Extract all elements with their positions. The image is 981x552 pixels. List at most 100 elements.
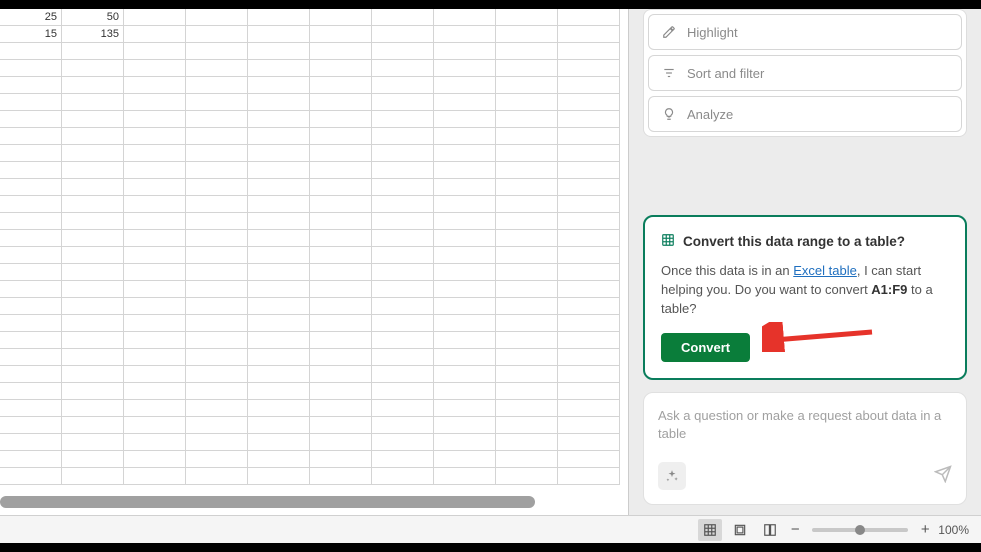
cell[interactable] [0, 145, 62, 162]
cell[interactable] [0, 230, 62, 247]
cell[interactable] [186, 434, 248, 451]
cell[interactable] [62, 77, 124, 94]
cell[interactable] [558, 298, 620, 315]
cell[interactable] [496, 77, 558, 94]
cell[interactable] [186, 162, 248, 179]
cell[interactable] [0, 383, 62, 400]
convert-button[interactable]: Convert [661, 333, 750, 362]
cell[interactable] [372, 383, 434, 400]
cell[interactable] [248, 213, 310, 230]
cell[interactable] [558, 315, 620, 332]
cell[interactable] [248, 383, 310, 400]
cell[interactable] [434, 77, 496, 94]
cell[interactable] [310, 298, 372, 315]
cell[interactable] [248, 26, 310, 43]
cell[interactable] [186, 26, 248, 43]
cell[interactable] [558, 162, 620, 179]
cell[interactable] [434, 213, 496, 230]
cell[interactable] [310, 434, 372, 451]
cell[interactable] [0, 264, 62, 281]
cell[interactable] [372, 145, 434, 162]
cell[interactable] [186, 196, 248, 213]
cell[interactable] [496, 230, 558, 247]
cell[interactable] [496, 349, 558, 366]
cell[interactable] [310, 315, 372, 332]
cell[interactable] [0, 94, 62, 111]
cell[interactable] [496, 128, 558, 145]
cell[interactable] [310, 162, 372, 179]
cell[interactable] [124, 451, 186, 468]
cell[interactable] [434, 9, 496, 26]
cell[interactable] [186, 94, 248, 111]
cell[interactable] [248, 196, 310, 213]
cell[interactable] [372, 94, 434, 111]
cell[interactable]: 15 [0, 26, 62, 43]
cell[interactable] [434, 43, 496, 60]
cell[interactable] [186, 179, 248, 196]
cell[interactable] [434, 128, 496, 145]
cell[interactable] [496, 264, 558, 281]
cell[interactable] [372, 196, 434, 213]
cell[interactable] [186, 349, 248, 366]
cell[interactable] [0, 111, 62, 128]
cell[interactable] [496, 383, 558, 400]
cell[interactable] [372, 366, 434, 383]
cell[interactable] [124, 196, 186, 213]
cell[interactable] [434, 94, 496, 111]
cell[interactable] [372, 281, 434, 298]
cell[interactable] [248, 145, 310, 162]
cell[interactable] [372, 332, 434, 349]
cell[interactable] [248, 434, 310, 451]
cell[interactable] [434, 366, 496, 383]
cell[interactable] [248, 366, 310, 383]
cell[interactable] [62, 366, 124, 383]
cell[interactable] [558, 77, 620, 94]
cell[interactable] [310, 179, 372, 196]
cell[interactable] [0, 400, 62, 417]
cell[interactable] [0, 60, 62, 77]
cell[interactable] [434, 26, 496, 43]
cell[interactable]: 50 [62, 9, 124, 26]
cell[interactable] [558, 43, 620, 60]
cell[interactable] [372, 315, 434, 332]
cell[interactable] [434, 230, 496, 247]
cell[interactable] [62, 196, 124, 213]
cell[interactable] [62, 145, 124, 162]
cell[interactable] [62, 111, 124, 128]
cell[interactable] [558, 94, 620, 111]
cell[interactable] [558, 332, 620, 349]
cell[interactable] [310, 468, 372, 485]
cell[interactable] [496, 196, 558, 213]
cell[interactable] [124, 400, 186, 417]
analyze-button[interactable]: Analyze [648, 96, 962, 132]
cell[interactable] [434, 349, 496, 366]
cell[interactable] [372, 162, 434, 179]
zoom-slider-thumb[interactable] [855, 525, 865, 535]
cell[interactable] [496, 247, 558, 264]
cell[interactable] [124, 332, 186, 349]
cell[interactable] [310, 77, 372, 94]
cell[interactable] [558, 145, 620, 162]
cell[interactable] [62, 247, 124, 264]
cell[interactable] [0, 434, 62, 451]
cell[interactable] [434, 281, 496, 298]
cell[interactable] [496, 281, 558, 298]
cell[interactable] [248, 349, 310, 366]
zoom-percent[interactable]: 100% [938, 523, 969, 537]
cell[interactable] [372, 43, 434, 60]
cell[interactable] [124, 315, 186, 332]
cell[interactable] [310, 332, 372, 349]
cell[interactable] [186, 281, 248, 298]
cell[interactable] [0, 298, 62, 315]
cell[interactable] [434, 451, 496, 468]
cell[interactable] [124, 145, 186, 162]
cell[interactable] [372, 26, 434, 43]
cell[interactable] [0, 349, 62, 366]
cell[interactable] [248, 111, 310, 128]
cell[interactable]: 25 [0, 9, 62, 26]
zoom-in-button[interactable]: + [918, 521, 932, 538]
cell[interactable] [434, 60, 496, 77]
cell[interactable] [248, 60, 310, 77]
cell[interactable] [310, 417, 372, 434]
cell[interactable] [0, 468, 62, 485]
